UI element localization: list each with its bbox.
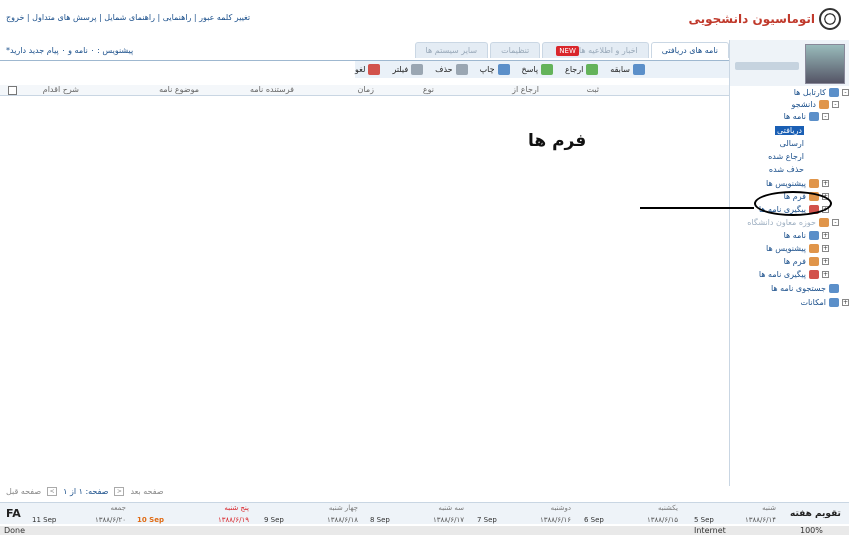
col-type[interactable]: نوع: [423, 85, 434, 94]
draft-notice: *پیشنویس : ۰ نامه و ۰ پیام جدید دارید: [6, 46, 134, 55]
user-icon: [819, 100, 829, 109]
col-subject[interactable]: موضوع نامه: [159, 85, 199, 94]
table-header: ثبت ارجاع از نوع زمان فرستنده نامه موضوع…: [0, 85, 729, 96]
cartable-icon: [829, 88, 839, 97]
drafts-icon: [809, 179, 819, 188]
logo-text: اتوماسیون دانشجویی: [688, 12, 815, 26]
main-tabs: نامه های دریافتی اخبار و اطلاعیه هاNEW ت…: [414, 42, 729, 60]
letters-list: [0, 97, 729, 477]
tree-forms2[interactable]: + فرم ها: [784, 257, 829, 266]
drafts-icon: [809, 244, 819, 253]
tree-letters2[interactable]: + نامه ها: [784, 231, 829, 240]
col-referred-from[interactable]: ارجاع از: [512, 85, 539, 94]
prev-page-link[interactable]: صفحه قبل: [6, 487, 41, 496]
tab-received-letters[interactable]: نامه های دریافتی: [650, 42, 729, 58]
tree-search[interactable]: جستجوی نامه ها: [771, 284, 839, 293]
tree-student[interactable]: - دانشجو: [792, 100, 839, 109]
zone-indicator: Internet: [694, 526, 726, 535]
select-all-checkbox[interactable]: [8, 86, 17, 95]
history-button[interactable]: سابقه: [610, 64, 645, 75]
tree-features[interactable]: + امکانات: [800, 298, 849, 307]
university-emblem-icon: [819, 8, 841, 30]
calendar-day[interactable]: جمعه 11 Sep ۱۳۸۸/۶/۲۰: [30, 504, 130, 524]
app-window: { "header": { "links": "تغییر کلمه عبور …: [0, 0, 849, 535]
annotation-ellipse: [754, 191, 832, 216]
next-page-link[interactable]: صفحه بعد: [130, 487, 163, 496]
tree-drafts2[interactable]: + پیشنویس ها: [766, 244, 829, 253]
avatar: [805, 44, 845, 84]
col-time[interactable]: زمان: [358, 85, 374, 94]
print-icon: [497, 64, 510, 75]
zoom-level[interactable]: 100%: [800, 526, 823, 535]
tab-news[interactable]: اخبار و اطلاعیه هاNEW: [542, 42, 649, 58]
calendar-day[interactable]: چهار شنبه 9 Sep ۱۳۸۸/۶/۱۸: [262, 504, 362, 524]
tracking-icon: [809, 270, 819, 279]
tree-section2[interactable]: - حوزه معاون دانشگاه: [747, 218, 839, 227]
forms-icon: [809, 257, 819, 266]
tab-settings[interactable]: تنظیمات: [490, 42, 541, 58]
tree-letters[interactable]: - نامه ها: [784, 112, 829, 121]
prev-page-button[interactable]: <: [47, 487, 58, 496]
refer-icon: [586, 64, 599, 75]
toolbar: سابقه ارجاع پاسخ چاپ حذف فیلتر لغو: [355, 61, 729, 78]
calendar-lang[interactable]: FA: [6, 507, 21, 520]
calendar-day-today[interactable]: پنج شنبه 10 Sep ۱۳۸۸/۶/۱۹: [135, 504, 253, 524]
tree-referred[interactable]: ارجاع شده: [768, 152, 804, 161]
tab-other-systems[interactable]: سایر سیستم ها: [414, 42, 489, 58]
reply-button[interactable]: پاسخ: [522, 64, 554, 75]
next-page-button[interactable]: >: [114, 487, 125, 496]
refer-button[interactable]: ارجاع: [565, 64, 599, 75]
annotation-label: فرم ها: [528, 131, 587, 151]
new-badge: NEW: [556, 46, 579, 56]
print-button[interactable]: چاپ: [480, 64, 510, 75]
calendar-day[interactable]: شنبه 5 Sep ۱۳۸۸/۶/۱۴: [692, 504, 780, 524]
search-icon: [829, 284, 839, 293]
page-indicator: صفحه: ۱ از ۱: [63, 487, 109, 496]
reply-icon: [541, 64, 554, 75]
user-name-bar: [735, 62, 799, 70]
mail-icon: [809, 231, 819, 240]
cancel-icon: [368, 64, 381, 75]
col-action-desc[interactable]: شرح اقدام: [43, 85, 79, 94]
tree-drafts[interactable]: + پیشنویس ها: [766, 179, 829, 188]
tree-root[interactable]: - کارتابل ها: [794, 88, 849, 97]
pager: صفحه قبل < صفحه: ۱ از ۱ > صفحه بعد: [6, 487, 164, 496]
tree-deleted[interactable]: حذف شده: [769, 165, 804, 174]
features-icon: [829, 298, 839, 307]
calendar-day[interactable]: دوشنبه 7 Sep ۱۳۸۸/۶/۱۶: [475, 504, 575, 524]
col-register[interactable]: ثبت: [587, 85, 600, 94]
tree-tracking2[interactable]: + پیگیری نامه ها: [759, 270, 829, 279]
delete-button[interactable]: حذف: [435, 64, 468, 75]
sidebar-border: [729, 86, 730, 486]
col-sender[interactable]: فرستنده نامه: [250, 85, 294, 94]
user-icon: [819, 218, 829, 227]
tree-received[interactable]: دریافتی: [775, 126, 804, 135]
calendar-day[interactable]: سه شنبه 8 Sep ۱۳۸۸/۶/۱۷: [368, 504, 468, 524]
filter-button[interactable]: فیلتر: [392, 64, 424, 75]
cancel-button[interactable]: لغو: [355, 64, 381, 75]
history-icon: [633, 64, 645, 75]
calendar-title: تقویم هفته: [790, 509, 841, 519]
annotation-pointer: [640, 207, 754, 209]
mail-icon: [809, 112, 819, 121]
status-text: Done: [4, 526, 26, 535]
tree-sent[interactable]: ارسالی: [780, 139, 804, 148]
calendar-day[interactable]: یکشنبه 6 Sep ۱۳۸۸/۶/۱۵: [582, 504, 682, 524]
trash-icon: [455, 64, 468, 75]
app-logo: اتوماسیون دانشجویی: [688, 8, 841, 30]
filter-icon: [411, 64, 424, 75]
header-links[interactable]: تغییر کلمه عبور | راهنمایی | راهنمای شما…: [6, 13, 250, 22]
